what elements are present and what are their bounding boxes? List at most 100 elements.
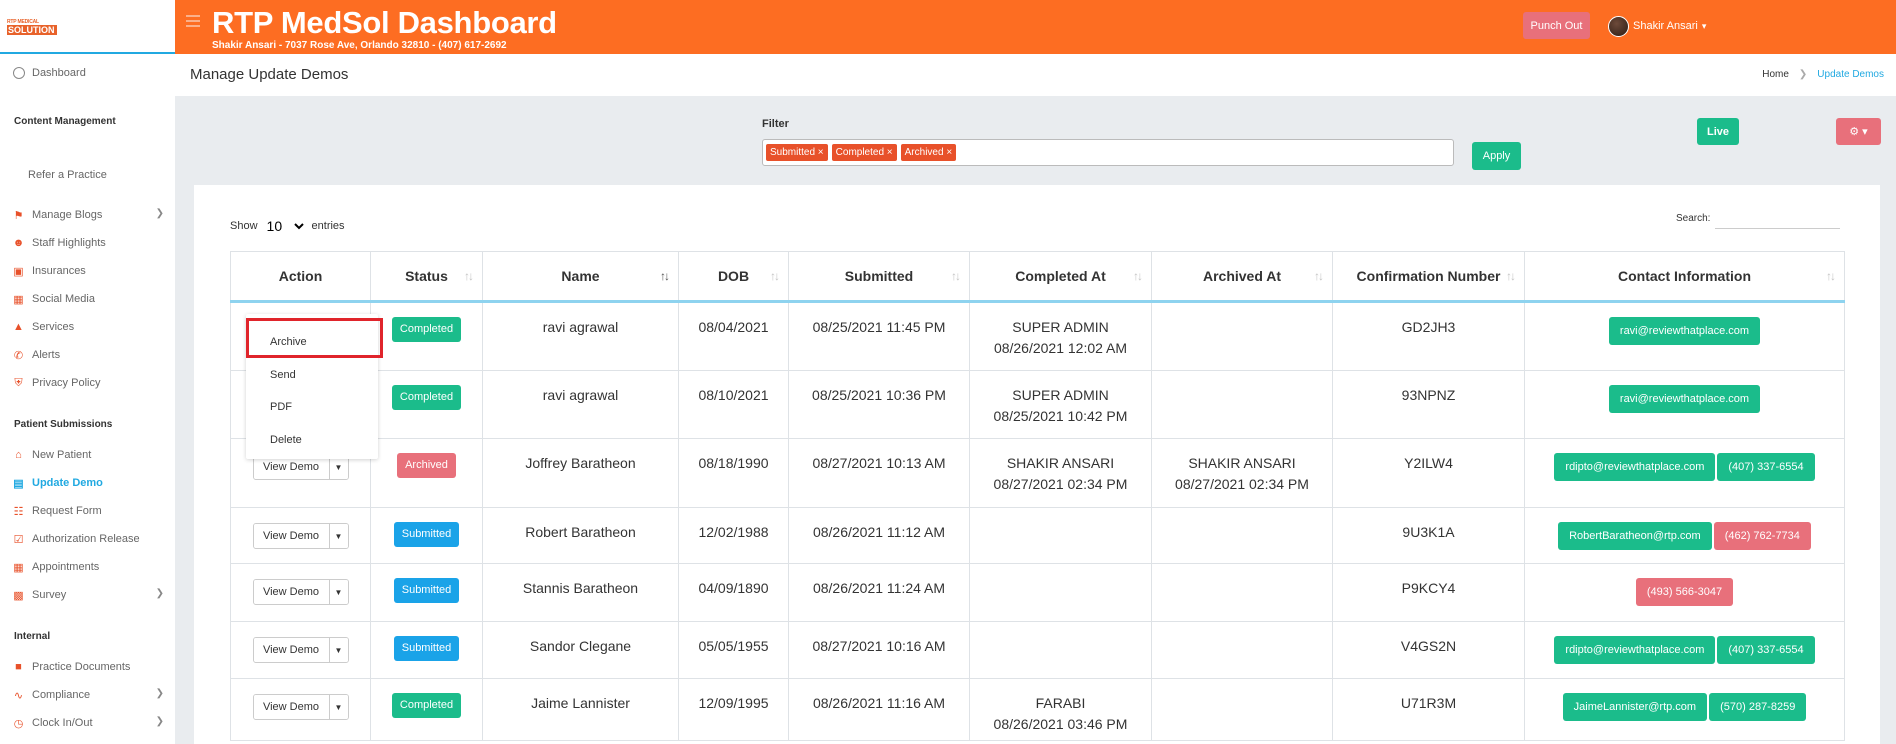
- action-dropdown-toggle[interactable]: ▼: [329, 695, 348, 719]
- sidebar-item-request-form[interactable]: ☷ Request Form: [12, 502, 172, 520]
- col-name[interactable]: Name ↑↓: [482, 251, 679, 303]
- sidebar-item-survey[interactable]: ▩ Survey ❯: [12, 586, 172, 604]
- completed-cell: SUPER ADMIN 08/26/2021 12:02 AM: [969, 301, 1152, 371]
- filter-multiselect[interactable]: Submitted × Completed × Archived ×: [762, 139, 1454, 166]
- table-row: Completed ravi agrawal 08/04/2021 08/25/…: [230, 301, 1845, 371]
- view-demo-button[interactable]: View Demo: [253, 638, 330, 662]
- email-button[interactable]: RobertBaratheon@rtp.com: [1558, 522, 1712, 550]
- action-dropdown-toggle[interactable]: ▼: [329, 638, 348, 662]
- dob-cell: 08/10/2021: [678, 370, 789, 439]
- email-button[interactable]: rdipto@reviewthatplace.com: [1554, 453, 1716, 481]
- sidebar-item-practice-documents[interactable]: ■ Practice Documents: [12, 658, 172, 676]
- col-confirmation[interactable]: Confirmation Number ↑↓: [1332, 251, 1525, 303]
- show-label: Show: [230, 220, 258, 232]
- sidebar-item-appointments[interactable]: ▦ Appointments: [12, 558, 172, 576]
- settings-gear-button[interactable]: ⚙ ▾: [1836, 118, 1881, 145]
- apply-button[interactable]: Apply: [1472, 142, 1521, 170]
- shield-icon: ⛨: [14, 376, 23, 389]
- col-dob[interactable]: DOB ↑↓: [678, 251, 789, 303]
- action-cell: View Demo ▼: [230, 563, 371, 622]
- phone-button[interactable]: (462) 762-7734: [1713, 522, 1811, 550]
- sidebar-item-label: New Patient: [32, 449, 92, 461]
- company-logo[interactable]: RTP MEDICAL SOLUTION: [7, 19, 57, 35]
- completed-cell: [969, 621, 1152, 679]
- email-button[interactable]: ravi@reviewthatplace.com: [1608, 317, 1761, 345]
- sidebar-item-clock-in-out[interactable]: ◷ Clock In/Out ❯: [12, 714, 172, 732]
- sidebar-item-social-media[interactable]: ▦ Social Media: [12, 290, 172, 308]
- view-demo-button[interactable]: View Demo: [253, 580, 330, 604]
- email-button[interactable]: rdipto@reviewthatplace.com: [1554, 636, 1716, 664]
- status-badge: Completed: [391, 385, 462, 410]
- breadcrumb-current: Update Demos: [1817, 69, 1884, 80]
- phone-button[interactable]: (570) 287-8259: [1709, 693, 1807, 721]
- sidebar-item-update-demo[interactable]: ▤ Update Demo: [12, 474, 172, 492]
- punch-out-button[interactable]: Punch Out: [1523, 12, 1590, 39]
- contact-cell: rdipto@reviewthatplace.com (407) 337-6554: [1524, 438, 1845, 508]
- live-button[interactable]: Live: [1697, 118, 1739, 145]
- sidebar-item-dashboard[interactable]: Dashboard: [12, 64, 172, 82]
- confirmation-cell: 9U3K1A: [1332, 507, 1525, 564]
- col-contact[interactable]: Contact Information ↑↓: [1524, 251, 1845, 303]
- id-card-icon: ▤: [13, 477, 24, 490]
- col-status[interactable]: Status ↑↓: [370, 251, 483, 303]
- sidebar-item-privacy-policy[interactable]: ⛨ Privacy Policy: [12, 374, 172, 392]
- action-dropdown-toggle[interactable]: ▼: [329, 524, 348, 548]
- document-icon: ■: [15, 661, 22, 673]
- phone-button[interactable]: (493) 566-3047: [1635, 578, 1734, 606]
- sidebar-item-refer[interactable]: Refer a Practice: [28, 166, 188, 184]
- menu-item-pdf[interactable]: PDF: [270, 401, 292, 413]
- email-button[interactable]: JaimeLannister@rtp.com: [1562, 693, 1708, 721]
- col-submitted[interactable]: Submitted ↑↓: [788, 251, 970, 303]
- col-archived-at[interactable]: Archived At ↑↓: [1151, 251, 1333, 303]
- menu-item-send[interactable]: Send: [270, 369, 296, 381]
- sidebar-item-new-patient[interactable]: ⌂ New Patient: [12, 446, 172, 464]
- sidebar-item-label: Alerts: [32, 349, 61, 361]
- view-demo-button[interactable]: View Demo: [253, 695, 330, 719]
- chevron-down-icon: ▾: [1701, 20, 1707, 31]
- search-input[interactable]: [1715, 213, 1841, 229]
- sidebar-item-manage-blogs[interactable]: ⚑ Manage Blogs ❯: [12, 206, 172, 224]
- status-badge: Submitted: [393, 522, 460, 547]
- filter-tag-completed[interactable]: Completed ×: [831, 144, 897, 161]
- dob-cell: 08/04/2021: [678, 301, 789, 371]
- filter-tag-archived[interactable]: Archived ×: [900, 144, 957, 161]
- user-menu[interactable]: Shakir Ansari ▾: [1608, 15, 1706, 37]
- entries-select[interactable]: 10: [262, 217, 307, 235]
- submitted-cell: 08/27/2021 10:16 AM: [788, 621, 970, 679]
- phone-button[interactable]: (407) 337-6554: [1717, 636, 1815, 664]
- name-cell: Stannis Baratheon: [482, 563, 679, 622]
- sidebar-section-patient: Patient Submissions: [14, 419, 113, 430]
- view-demo-button[interactable]: View Demo: [253, 524, 330, 548]
- sidebar-item-authorization-release[interactable]: ☑ Authorization Release: [12, 530, 172, 548]
- sort-asc-icon: ↑↓: [660, 269, 670, 283]
- menu-item-delete[interactable]: Delete: [270, 434, 302, 446]
- contact-cell: ravi@reviewthatplace.com: [1524, 370, 1845, 439]
- status-badge: Archived: [397, 453, 456, 478]
- hamburger-menu-icon[interactable]: [186, 15, 200, 27]
- sidebar-item-insurances[interactable]: ▣ Insurances: [12, 262, 172, 280]
- chevron-right-icon: ❯: [155, 688, 164, 699]
- sidebar: Dashboard Content Management Refer a Pra…: [0, 54, 175, 744]
- logo-text-bottom: SOLUTION: [7, 25, 57, 35]
- sidebar-item-alerts[interactable]: ✆ Alerts: [12, 346, 172, 364]
- action-dropdown-toggle[interactable]: ▼: [329, 580, 348, 604]
- name-cell: Robert Baratheon: [482, 507, 679, 564]
- sidebar-item-label: Appointments: [32, 561, 100, 573]
- filter-tag-submitted[interactable]: Submitted ×: [766, 144, 828, 161]
- briefcase-icon: ▣: [13, 265, 24, 278]
- name-cell: ravi agrawal: [482, 301, 679, 371]
- col-completed-at[interactable]: Completed At ↑↓: [969, 251, 1152, 303]
- sidebar-section-internal: Internal: [14, 631, 51, 642]
- dob-cell: 12/09/1995: [678, 678, 789, 741]
- sidebar-item-staff-highlights[interactable]: ☻ Staff Highlights: [12, 234, 172, 252]
- sidebar-section-content: Content Management: [14, 116, 116, 127]
- sidebar-item-compliance[interactable]: ∿ Compliance ❯: [12, 686, 172, 704]
- email-button[interactable]: ravi@reviewthatplace.com: [1608, 385, 1761, 413]
- status-cell: Archived: [370, 438, 483, 508]
- breadcrumb-home[interactable]: Home: [1762, 69, 1789, 80]
- sidebar-item-services[interactable]: ▲ Services: [12, 318, 172, 336]
- phone-button[interactable]: (407) 337-6554: [1717, 453, 1815, 481]
- dob-cell: 05/05/1955: [678, 621, 789, 679]
- submitted-cell: 08/27/2021 10:13 AM: [788, 438, 970, 508]
- dob-cell: 12/02/1988: [678, 507, 789, 564]
